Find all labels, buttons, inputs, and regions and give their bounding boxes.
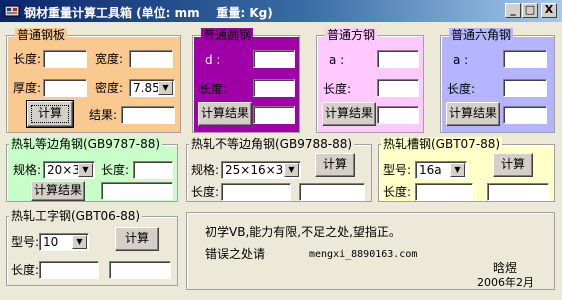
channel-length-label: 长度: [383,185,412,199]
plate-width-label: 宽度: [95,52,124,66]
plate-thickness-input[interactable] [43,79,87,97]
plate-density-label: 密度: [95,81,124,95]
equal-angle-result-output[interactable] [101,182,173,200]
info-error-label: 错误之处请 [205,247,266,261]
unequal-angle-length-label: 长度: [191,185,220,199]
ibeam-length-input[interactable] [39,261,99,279]
plate-result-label: 结果: [89,108,118,122]
equal-angle-spec-select[interactable]: 20×3 ▼ [43,161,95,179]
hex-calc-button[interactable]: 计算结果 [446,102,500,126]
channel-model-value: 16a [419,163,442,177]
equal-angle-panel: 热轧等边角钢(GB9787-88) 规格: 20×3 ▼ 长度: 计算结果 [6,137,178,202]
square-a-label: a : [329,53,345,67]
square-bar-panel: 普通方钢 a : 长度: 计算结果 [316,28,424,133]
chevron-down-icon[interactable]: ▼ [72,235,87,249]
square-bar-panel-title: 普通方钢 [325,28,378,42]
plate-length-input[interactable] [43,50,87,68]
hex-length-label: 长度: [447,82,476,96]
square-length-input[interactable] [377,79,419,97]
channel-panel: 热轧槽钢(GBT07-88) 型号: 16a ▼ 计算 长度: [378,137,555,202]
ibeam-model-label: 型号: [11,235,40,249]
equal-angle-spec-value: 20×3 [47,163,80,177]
round-d-label: d : [205,53,221,67]
window-title: 钢材重量计算工具箱 (单位: mm 重量: Kg) [24,6,273,20]
round-result-output[interactable] [253,106,295,124]
unequal-angle-spec-label: 规格: [191,163,220,177]
ibeam-panel-title: 热轧工字钢(GBT06-88) [9,209,143,223]
channel-model-select[interactable]: 16a ▼ [415,161,467,179]
hex-a-input[interactable] [503,50,547,68]
square-a-input[interactable] [377,50,419,68]
info-author: 晗煜 [493,261,518,275]
hex-result-output[interactable] [503,106,547,124]
ibeam-calc-button[interactable]: 计算 [115,227,159,251]
info-email: mengxi_8890163.com [309,249,418,260]
equal-angle-length-label: 长度: [101,163,130,177]
ibeam-result-output[interactable] [109,261,171,279]
unequal-angle-length-input[interactable] [221,183,291,201]
ibeam-panel: 热轧工字钢(GBT06-88) 型号: 10 ▼ 计算 长度: [6,209,178,286]
unequal-angle-spec-value: 25×16×3 [225,163,284,177]
plate-panel: 普通钢板 长度: 宽度: 厚度: 密度: 7.85 ▼ 计算 结果: [6,28,181,133]
equal-angle-spec-label: 规格: [13,163,42,177]
plate-panel-title: 普通钢板 [15,28,68,42]
plate-thickness-label: 厚度: [13,81,42,95]
channel-result-output[interactable] [487,183,549,201]
channel-length-input[interactable] [415,183,473,201]
app-icon [4,5,20,17]
unequal-angle-result-output[interactable] [299,183,365,201]
equal-angle-panel-title: 热轧等边角钢(GB9787-88) [9,137,163,151]
round-bar-panel-title: 普通圆钢 [201,28,254,42]
channel-calc-button[interactable]: 计算 [493,153,533,177]
plate-result-output[interactable] [121,106,175,124]
hex-length-input[interactable] [503,79,547,97]
chevron-down-icon[interactable]: ▼ [158,81,173,95]
round-length-label: 长度: [199,82,228,96]
minimize-button[interactable]: _ [505,3,521,18]
unequal-angle-calc-button[interactable]: 计算 [315,153,355,177]
focus-ring [31,105,69,123]
equal-angle-length-input[interactable] [133,161,173,179]
main-window: 钢材重量计算工具箱 (单位: mm 重量: Kg) _ □ X 普通钢板 长度:… [0,0,562,300]
info-panel: 初学VB,能力有限,不足之处,望指正。 错误之处请 mengxi_8890163… [186,212,555,290]
square-result-output[interactable] [377,106,419,124]
chevron-down-icon[interactable]: ▼ [78,163,93,177]
plate-density-value: 7.85 [133,81,160,95]
hex-bar-panel-title: 普通六角钢 [449,28,514,42]
round-d-input[interactable] [253,50,295,68]
hex-bar-panel: 普通六角钢 a : 长度: 计算结果 [440,28,555,133]
round-calc-button[interactable]: 计算结果 [198,102,252,126]
square-length-label: 长度: [323,82,352,96]
equal-angle-calc-button[interactable]: 计算结果 [31,181,85,201]
chevron-down-icon[interactable]: ▼ [450,163,465,177]
square-calc-button[interactable]: 计算结果 [322,102,376,126]
hex-a-label: a : [453,53,469,67]
plate-density-select[interactable]: 7.85 ▼ [129,79,175,97]
info-line1: 初学VB,能力有限,不足之处,望指正。 [205,225,401,239]
unequal-angle-panel-title: 热轧不等边角钢(GB9788-88) [189,137,355,151]
plate-calc-button[interactable]: 计算 [26,100,74,128]
info-date: 2006年2月 [477,276,534,289]
title-bar[interactable]: 钢材重量计算工具箱 (单位: mm 重量: Kg) _ □ X [0,0,562,22]
round-bar-panel: 普通圆钢 d : 长度: 计算结果 [192,28,300,133]
chevron-down-icon[interactable]: ▼ [284,163,299,177]
unequal-angle-panel: 热轧不等边角钢(GB9788-88) 规格: 25×16×3 ▼ 计算 长度: [186,137,372,202]
plate-width-input[interactable] [129,50,173,68]
ibeam-model-value: 10 [43,235,59,249]
plate-length-label: 长度: [13,52,42,66]
maximize-button[interactable]: □ [522,3,538,18]
channel-model-label: 型号: [383,163,412,177]
round-length-input[interactable] [253,79,295,97]
ibeam-model-select[interactable]: 10 ▼ [39,233,89,251]
close-button[interactable]: X [541,3,557,18]
unequal-angle-spec-select[interactable]: 25×16×3 ▼ [221,161,301,179]
channel-panel-title: 热轧槽钢(GBT07-88) [381,137,503,151]
ibeam-length-label: 长度: [11,263,40,277]
